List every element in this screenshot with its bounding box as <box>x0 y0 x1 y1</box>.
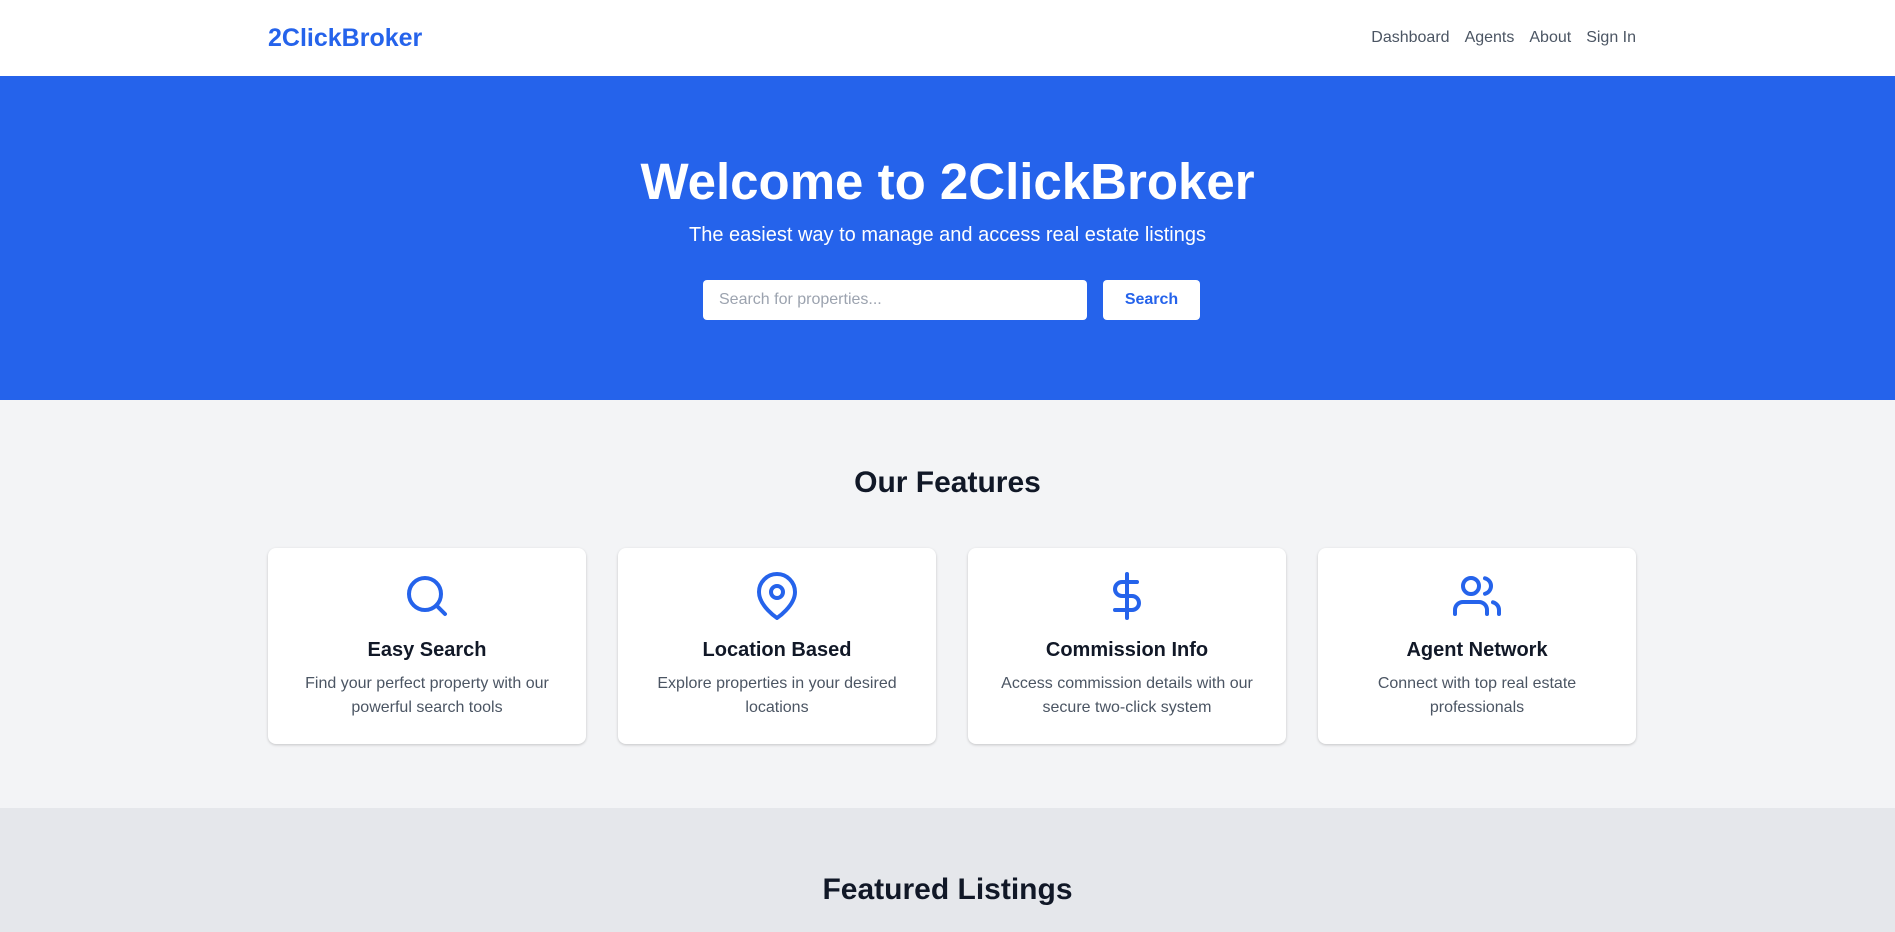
feature-card-description: Explore properties in your desired locat… <box>657 675 897 716</box>
feature-card-title: Commission Info <box>1045 639 1209 661</box>
users-icon <box>1318 572 1636 620</box>
map-pin-icon <box>618 572 936 620</box>
hero-subtitle: The easiest way to manage and access rea… <box>689 224 1206 246</box>
navbar-inner: 2ClickBroker Dashboard Agents About Sign… <box>268 0 1636 76</box>
features-title: Our Features <box>854 466 1041 499</box>
search-icon <box>268 572 586 620</box>
nav-link-dashboard[interactable]: Dashboard <box>1371 29 1449 47</box>
feature-card-title: Location Based <box>702 639 852 661</box>
hero-search-form: Search <box>703 280 1200 320</box>
nav-links: Dashboard Agents About Sign In <box>1371 29 1636 47</box>
feature-card-agent-network: Agent Network Connect with top real esta… <box>1318 548 1636 744</box>
feature-card-description: Find your perfect property with our powe… <box>305 675 549 716</box>
brand-logo-link[interactable]: 2ClickBroker <box>268 24 422 53</box>
features-section: Our Features Easy Search Find your perfe… <box>0 400 1895 808</box>
dollar-sign-icon <box>968 572 1286 620</box>
feature-card-title: Easy Search <box>367 639 487 661</box>
search-button[interactable]: Search <box>1103 280 1200 320</box>
featured-listings-title: Featured Listings <box>822 873 1073 906</box>
feature-card-description: Connect with top real estate professiona… <box>1377 675 1577 716</box>
featured-listings-section: Featured Listings <box>0 808 1895 932</box>
feature-card-title: Agent Network <box>1406 639 1548 661</box>
feature-card-easy-search: Easy Search Find your perfect property w… <box>268 548 586 744</box>
property-search-input[interactable] <box>703 280 1087 320</box>
nav-link-agents[interactable]: Agents <box>1465 29 1515 47</box>
top-navbar: 2ClickBroker Dashboard Agents About Sign… <box>0 0 1895 76</box>
feature-card-description: Access commission details with our secur… <box>1001 675 1253 716</box>
feature-card-location-based: Location Based Explore properties in you… <box>618 548 936 744</box>
nav-link-sign-in[interactable]: Sign In <box>1586 29 1636 47</box>
hero-title: Welcome to 2ClickBroker <box>640 153 1255 210</box>
feature-card-commission-info: Commission Info Access commission detail… <box>968 548 1286 744</box>
feature-cards: Easy Search Find your perfect property w… <box>268 548 1636 744</box>
hero-section: Welcome to 2ClickBroker The easiest way … <box>0 76 1895 400</box>
nav-link-about[interactable]: About <box>1529 29 1571 47</box>
